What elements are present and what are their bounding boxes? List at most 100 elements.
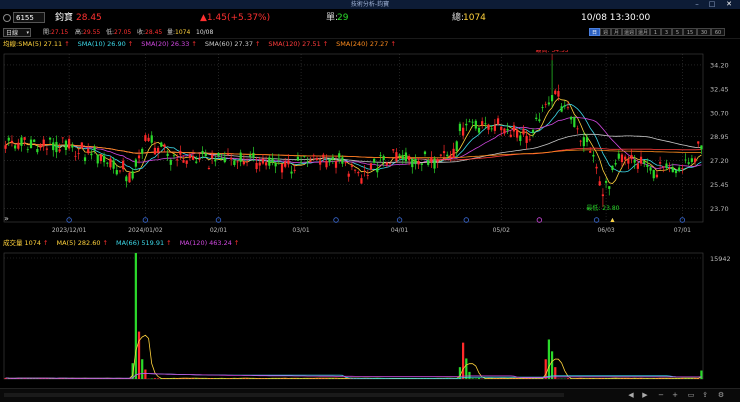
date-tick-label: 06/03	[597, 227, 614, 234]
candle-body	[90, 154, 92, 155]
legend-value: 26.90	[107, 40, 126, 48]
export-icon[interactable]: ⇪	[700, 391, 710, 399]
candle-body	[630, 155, 632, 159]
volume-bar	[462, 343, 464, 379]
arrow-up-icon: ↑	[191, 40, 196, 48]
range-button[interactable]: 5	[672, 28, 683, 36]
scroll-right-icon[interactable]: ▶	[640, 391, 650, 399]
event-marker-icon[interactable]	[464, 218, 469, 223]
candle-body	[395, 152, 397, 161]
open-label: 開:	[43, 29, 51, 36]
candle-body	[424, 152, 426, 155]
candle-body	[554, 91, 556, 94]
zoom-in-icon[interactable]: +	[670, 391, 680, 399]
candle-body	[154, 148, 156, 155]
settings-gear-icon[interactable]: ⚙	[716, 391, 726, 399]
candle-body	[354, 170, 356, 171]
collapse-panel-icon[interactable]: »	[4, 214, 9, 223]
zoom-out-icon[interactable]: −	[656, 391, 666, 399]
range-button[interactable]: 還週	[622, 28, 636, 36]
last-price: 28.45	[76, 9, 102, 27]
candle-body	[160, 142, 162, 146]
volume-bar	[478, 378, 480, 379]
candle-body	[567, 107, 569, 108]
range-button[interactable]: 月	[611, 28, 622, 36]
ma-line-5	[6, 98, 702, 183]
chart-scrollbar[interactable]	[4, 393, 564, 397]
print-icon[interactable]: ▭	[686, 391, 696, 399]
candle-body	[487, 125, 489, 130]
candle-body	[700, 145, 702, 149]
candle-body	[20, 137, 22, 145]
candle-body	[462, 128, 464, 136]
candle-body	[93, 147, 95, 150]
close-icon[interactable]: ✕	[722, 0, 736, 9]
candle-body	[386, 162, 388, 164]
candle-body	[157, 148, 159, 153]
candle-body	[113, 160, 115, 168]
range-button[interactable]: 日	[589, 28, 600, 36]
candle-body	[589, 151, 591, 153]
legend-label: SMA(60)	[205, 40, 233, 48]
candle-body	[688, 162, 690, 164]
range-button[interactable]: 15	[683, 28, 697, 36]
candle-body	[192, 156, 194, 160]
candle-body	[338, 153, 340, 157]
event-marker-icon[interactable]	[537, 218, 542, 223]
volume-bar	[567, 378, 569, 379]
volume-chart[interactable]: 15942	[0, 249, 740, 388]
volume-bar	[459, 367, 461, 379]
candle-body	[278, 159, 280, 160]
event-marker-icon[interactable]	[594, 218, 599, 223]
candle-body	[570, 117, 572, 120]
period-select-value: 日線	[6, 30, 18, 37]
candle-body	[548, 102, 550, 104]
candle-body	[176, 159, 178, 160]
event-marker-icon[interactable]	[334, 218, 339, 223]
candle-body	[65, 141, 67, 150]
candle-body	[478, 128, 480, 133]
range-button[interactable]: 週	[600, 28, 611, 36]
candle-body	[30, 140, 32, 149]
candle-body	[173, 155, 175, 156]
minimize-icon[interactable]: –	[690, 0, 704, 9]
candle-body	[306, 162, 308, 163]
candle-body	[227, 154, 229, 155]
candle-body	[122, 161, 124, 169]
candle-body	[646, 165, 648, 167]
candle-body	[535, 118, 537, 119]
open-value: 27.15	[51, 29, 68, 36]
period-select[interactable]: 日線▾	[3, 28, 31, 37]
price-chart[interactable]: 34.2032.4530.7028.9527.2025.4523.702023/…	[0, 50, 740, 238]
symbol-input[interactable]: 6155	[13, 12, 45, 23]
candle-body	[472, 122, 474, 123]
candle-body	[599, 181, 601, 185]
vol-value: 1074	[175, 29, 190, 36]
candle-body	[109, 159, 111, 168]
candle-body	[103, 156, 105, 162]
candle-body	[373, 159, 375, 163]
candle-body	[662, 166, 664, 167]
volume-bar	[141, 359, 143, 379]
scroll-left-icon[interactable]: ◀	[626, 391, 636, 399]
legend-item: 均線:SMA(5)27.11↑	[3, 40, 74, 48]
candle-body	[284, 161, 286, 166]
volume-ma-line-5	[6, 335, 702, 378]
candle-body	[281, 164, 283, 172]
candle-body	[494, 125, 496, 130]
range-button[interactable]: 1	[650, 28, 661, 36]
range-button[interactable]: 3	[661, 28, 672, 36]
dividend-marker-icon[interactable]	[610, 218, 614, 222]
candle-body	[364, 171, 366, 172]
candle-body	[367, 175, 369, 176]
maximize-icon[interactable]: □	[705, 0, 719, 9]
range-button[interactable]: 還月	[636, 28, 650, 36]
price-tick-label: 23.70	[710, 205, 729, 213]
candle-body	[580, 141, 582, 142]
ma-line-240	[6, 142, 702, 158]
range-button[interactable]: 30	[697, 28, 711, 36]
settings-icon[interactable]	[3, 14, 11, 22]
range-button[interactable]: 60	[711, 28, 725, 36]
candle-body	[560, 106, 562, 111]
candle-body	[141, 149, 143, 154]
